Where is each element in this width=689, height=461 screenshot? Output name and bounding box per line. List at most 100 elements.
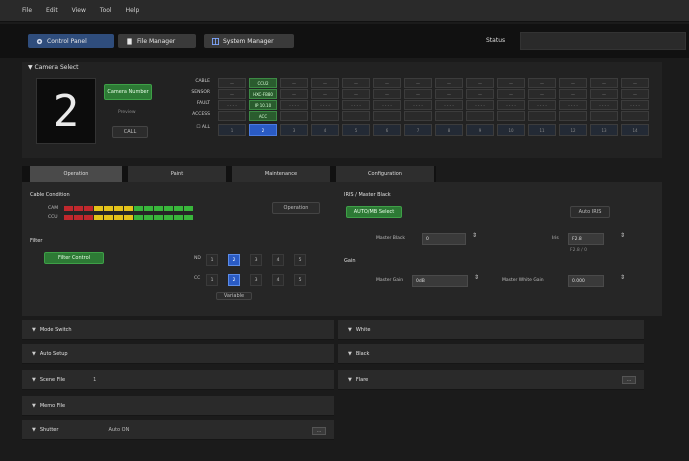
- camera-cell: [528, 111, 556, 121]
- meter-segment: [94, 206, 103, 211]
- camera-cell[interactable]: 5: [342, 124, 370, 136]
- tab-file-manager[interactable]: File Manager: [118, 34, 196, 48]
- accordion-white[interactable]: ▼ White: [338, 320, 644, 340]
- call-button[interactable]: CALL: [112, 126, 148, 138]
- camera-cell[interactable]: 2: [249, 124, 277, 136]
- tab-system-manager[interactable]: System Manager: [204, 34, 294, 48]
- camera-cell[interactable]: 8: [435, 124, 463, 136]
- camera-cell[interactable]: 6: [373, 124, 401, 136]
- cc-filter-button-2[interactable]: 2: [228, 274, 240, 286]
- camera-cell[interactable]: 13: [590, 124, 618, 136]
- camera-cell: —: [466, 89, 494, 99]
- camera-column-2[interactable]: CCU2 HXC-FB80 IP 10.10 ACC 2: [249, 78, 277, 146]
- tab-maintenance[interactable]: Maintenance: [232, 166, 330, 182]
- nd-filter-button-2[interactable]: 2: [228, 254, 240, 266]
- menu-help[interactable]: Help: [126, 7, 140, 14]
- camera-column-8[interactable]: — — - - - -8: [435, 78, 463, 146]
- auto-iris-button[interactable]: Auto IRIS: [570, 206, 610, 218]
- filter-control-button[interactable]: Filter Control: [44, 252, 104, 264]
- accordion-mode-switch[interactable]: ▼ Mode Switch: [22, 320, 334, 340]
- accordion-memo-file[interactable]: ▼ Memo File: [22, 396, 334, 416]
- master-black-spinner-icon[interactable]: ⇕: [472, 233, 478, 245]
- camera-cell: —: [218, 78, 246, 88]
- tab-operation[interactable]: Operation: [30, 166, 122, 182]
- camera-cell: —: [528, 89, 556, 99]
- cc-filter-button-5[interactable]: 5: [294, 274, 306, 286]
- camera-column-7[interactable]: — — - - - -7: [404, 78, 432, 146]
- nd-filter-button-4[interactable]: 4: [272, 254, 284, 266]
- camera-cell: [497, 111, 525, 121]
- camera-cell: —: [435, 78, 463, 88]
- iris-spinner-icon[interactable]: ⇕: [620, 233, 626, 245]
- camera-cell[interactable]: 9: [466, 124, 494, 136]
- accordion-shutter[interactable]: ▼ Shutter Auto ON: [22, 420, 334, 440]
- camera-cell: [373, 111, 401, 121]
- camera-column-5[interactable]: — — - - - -5: [342, 78, 370, 146]
- camera-cell: —: [311, 78, 339, 88]
- camera-column-3[interactable]: — — - - - -3: [280, 78, 308, 146]
- operation-panel: Cable Condition CAM CCU Operation Filter…: [22, 182, 662, 316]
- camera-number-display: 2: [36, 78, 96, 144]
- camera-cell[interactable]: 14: [621, 124, 649, 136]
- camera-cell: [466, 111, 494, 121]
- camera-column-12[interactable]: — — - - - -12: [559, 78, 587, 146]
- tab-label: Control Panel: [47, 37, 87, 45]
- white-gain-spinner-icon[interactable]: ⇕: [620, 275, 626, 287]
- tab-configuration[interactable]: Configuration: [336, 166, 434, 182]
- nd-filter-button-3[interactable]: 3: [250, 254, 262, 266]
- camera-column-11[interactable]: — — - - - -11: [528, 78, 556, 146]
- nd-filter-button-1[interactable]: 1: [206, 254, 218, 266]
- variable-button[interactable]: Variable: [216, 292, 252, 300]
- camera-cell[interactable]: 11: [528, 124, 556, 136]
- menu-file[interactable]: File: [22, 7, 32, 14]
- cc-filter-button-1[interactable]: 1: [206, 274, 218, 286]
- accordion-flare[interactable]: ▼ Flare: [338, 370, 644, 390]
- menu-edit[interactable]: Edit: [46, 7, 58, 14]
- camera-cell[interactable]: 1: [218, 124, 246, 136]
- camera-number-button[interactable]: Camera Number: [104, 84, 152, 100]
- camera-column-1[interactable]: — — - - - -1: [218, 78, 246, 146]
- camera-column-10[interactable]: — — - - - -10: [497, 78, 525, 146]
- camera-cell[interactable]: 12: [559, 124, 587, 136]
- camera-column-4[interactable]: — — - - - -4: [311, 78, 339, 146]
- camera-cell[interactable]: 10: [497, 124, 525, 136]
- camera-cell: —: [404, 78, 432, 88]
- accordion-auto-setup[interactable]: ▼ Auto Setup: [22, 344, 334, 364]
- row-label-sensor: SENSOR: [191, 90, 210, 95]
- accordion-black[interactable]: ▼ Black: [338, 344, 644, 364]
- iris-field[interactable]: F2.8: [568, 233, 604, 245]
- camera-column-13[interactable]: — — - - - -13: [590, 78, 618, 146]
- cc-filter-button-3[interactable]: 3: [250, 274, 262, 286]
- expand-arrow-icon: ▼: [32, 326, 36, 333]
- flare-edit-button[interactable]: ···: [622, 376, 636, 384]
- menu-view[interactable]: View: [72, 7, 86, 14]
- tab-paint[interactable]: Paint: [128, 166, 226, 182]
- tab-control-panel[interactable]: Control Panel: [28, 34, 114, 48]
- cable-condition-header: Cable Condition: [30, 192, 70, 198]
- expand-arrow-icon: ▼: [348, 326, 352, 333]
- camera-column-14[interactable]: — — - - - -14: [621, 78, 649, 146]
- master-gain-field[interactable]: 0dB: [412, 275, 468, 287]
- white-gain-field[interactable]: 0.000: [568, 275, 604, 287]
- cc-filter-button-4[interactable]: 4: [272, 274, 284, 286]
- camera-cell: - - - -: [590, 100, 618, 110]
- operation-button[interactable]: Operation: [272, 202, 320, 214]
- all-checkbox-icon[interactable]: ☐: [196, 125, 200, 130]
- menu-tool[interactable]: Tool: [100, 7, 112, 14]
- camera-cell: —: [373, 78, 401, 88]
- camera-column-6[interactable]: — — - - - -6: [373, 78, 401, 146]
- camera-cell[interactable]: 7: [404, 124, 432, 136]
- meter-segment: [174, 206, 183, 211]
- accordion-scene-file[interactable]: ▼ Scene File 1: [22, 370, 334, 390]
- camera-cell[interactable]: 3: [280, 124, 308, 136]
- master-gain-spinner-icon[interactable]: ⇕: [474, 275, 480, 287]
- camera-cell[interactable]: 4: [311, 124, 339, 136]
- master-black-field[interactable]: 0: [422, 233, 466, 245]
- camera-select-header[interactable]: ▼ Camera Select: [28, 64, 79, 71]
- camera-cell: IP 10.10: [249, 100, 277, 110]
- nd-filter-button-5[interactable]: 5: [294, 254, 306, 266]
- filter-header: Filter: [30, 238, 43, 244]
- camera-column-9[interactable]: — — - - - -9: [466, 78, 494, 146]
- auto-mb-select-button[interactable]: AUTO/MB Select: [346, 206, 402, 218]
- shutter-edit-button[interactable]: ···: [312, 427, 326, 435]
